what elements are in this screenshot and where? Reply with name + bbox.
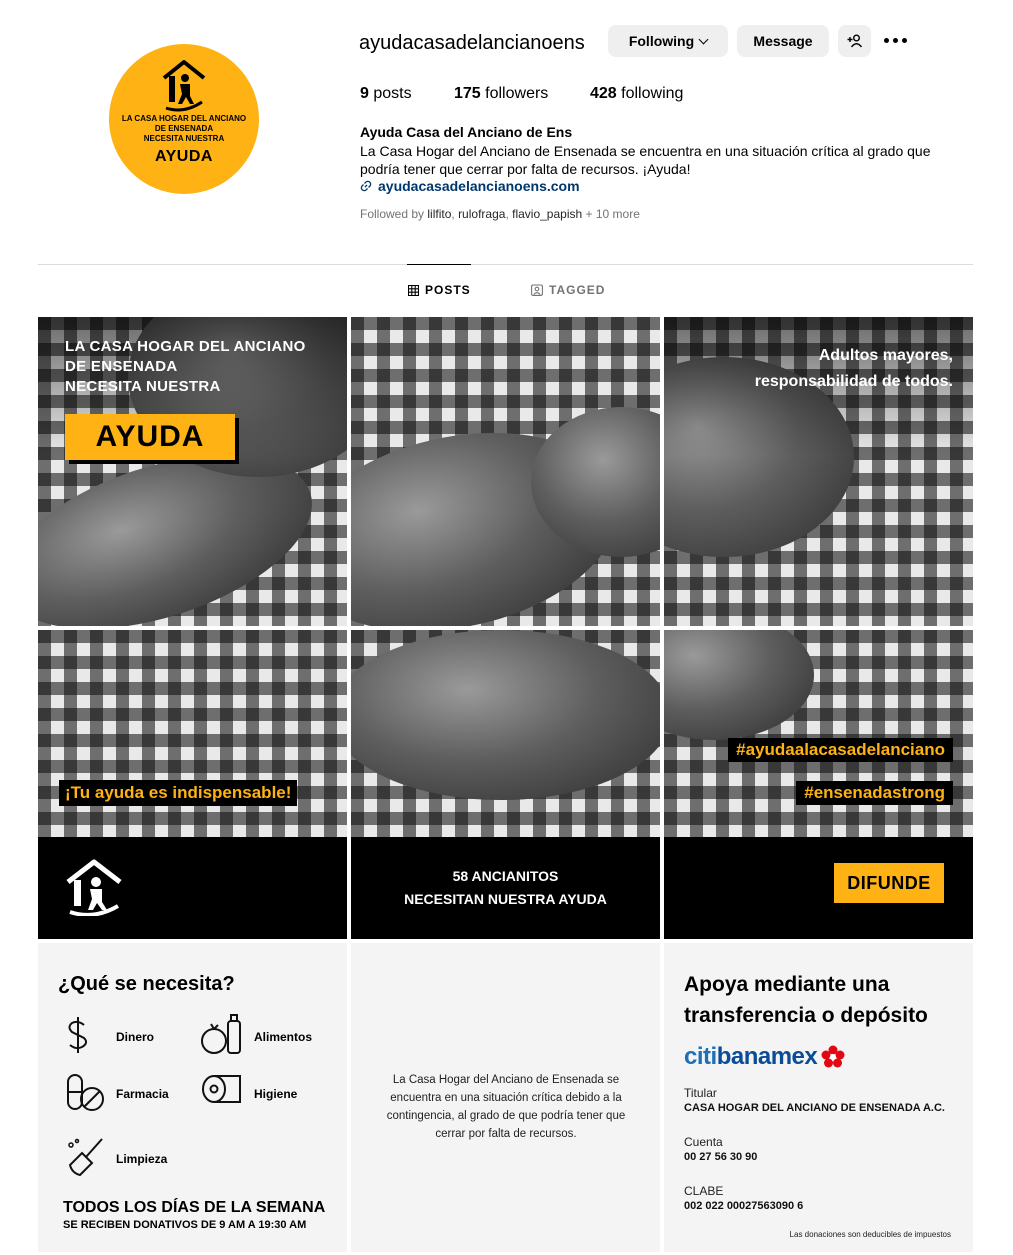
profile-bio: La Casa Hogar del Anciano de Ensenada se… bbox=[360, 143, 931, 177]
food-icon bbox=[201, 1014, 241, 1054]
post-caption-text: Adultos mayores, responsabilidad de todo… bbox=[754, 347, 953, 390]
hand-photo-shape bbox=[351, 630, 660, 800]
profile-full-name: Ayuda Casa del Anciano de Ens bbox=[360, 124, 573, 140]
section-divider bbox=[38, 264, 973, 265]
profile-link-text: ayudacasadelancianoens.com bbox=[378, 178, 580, 194]
tab-posts[interactable]: POSTS bbox=[408, 283, 471, 297]
post-caption-text: 58 ANCIANITOS NECESITAN NUESTRA AYUDA bbox=[404, 868, 607, 907]
add-user-button[interactable] bbox=[838, 25, 871, 57]
followed-by[interactable]: Followed by lilfito, rulofraga, flavio_p… bbox=[360, 207, 640, 221]
message-button-label: Message bbox=[753, 33, 813, 49]
posts-count: 9 posts bbox=[360, 85, 412, 102]
difunde-banner: DIFUNDE bbox=[834, 863, 944, 903]
tab-tagged[interactable]: TAGGED bbox=[531, 283, 605, 297]
house-logo-icon bbox=[162, 60, 206, 112]
need-label-money: Dinero bbox=[116, 1030, 155, 1044]
bank-logo: citi banamex bbox=[684, 1043, 845, 1071]
post-highlight-label: ¡Tu ayuda es indispensable! bbox=[59, 780, 298, 806]
profile-link[interactable]: ayudacasadelancianoens.com bbox=[360, 178, 580, 194]
add-user-icon bbox=[847, 34, 862, 48]
tax-note: Las donaciones son deducibles de impuest… bbox=[789, 1230, 951, 1239]
post-body-text: La Casa Hogar del Anciano de Ensenada se… bbox=[386, 1074, 626, 1140]
clabe-value: 002 022 00027563090 6 bbox=[684, 1200, 804, 1212]
needs-footer: TODOS LOS DÍAS DE LA SEMANA bbox=[63, 1199, 326, 1216]
follower-name[interactable]: rulofraga bbox=[458, 207, 505, 221]
house-logo-icon bbox=[66, 859, 122, 916]
post-tile[interactable]: #ayudaalacasadelanciano #ensenadastrong … bbox=[664, 630, 973, 939]
need-label-food: Alimentos bbox=[254, 1030, 313, 1044]
need-label-cleaning: Limpieza bbox=[116, 1152, 168, 1166]
post-text-line: NECESITA NUESTRA bbox=[65, 378, 221, 395]
bank-flower-icon bbox=[821, 1045, 845, 1068]
post-text-line: LA CASA HOGAR DEL ANCIANO bbox=[65, 338, 306, 355]
post-tile[interactable]: La Casa Hogar del Anciano de Ensenada se… bbox=[351, 943, 660, 1252]
following-button-label: Following bbox=[628, 33, 695, 49]
cuenta-value: 00 27 56 30 90 bbox=[684, 1151, 758, 1163]
avatar-line-2: DE ENSENADA bbox=[154, 124, 214, 133]
post-tile[interactable]: 58 ANCIANITOS NECESITAN NUESTRA AYUDA bbox=[351, 630, 660, 939]
follower-name[interactable]: lilfito bbox=[427, 207, 451, 221]
avatar-line-3: NECESITA NUESTRA bbox=[143, 134, 225, 143]
link-icon bbox=[360, 180, 372, 192]
active-tab-indicator bbox=[407, 264, 471, 265]
post-tile[interactable]: Apoya mediante una transferencia o depós… bbox=[664, 943, 973, 1252]
follower-name[interactable]: flavio_papish bbox=[512, 207, 582, 221]
post-text-line: DE ENSENADA bbox=[65, 358, 178, 375]
post-tile[interactable] bbox=[351, 317, 660, 626]
post-tile[interactable]: Adultos mayores, responsabilidad de todo… bbox=[664, 317, 973, 626]
donation-title: Apoya mediante una transferencia o depós… bbox=[684, 973, 928, 1027]
tagged-user-icon bbox=[531, 284, 543, 296]
ayuda-banner: AYUDA bbox=[65, 414, 235, 460]
post-tile[interactable]: ¿Qué se necesita? Dinero Alimentos Farma… bbox=[38, 943, 347, 1252]
pills-icon bbox=[67, 1074, 104, 1111]
titular-value: CASA HOGAR DEL ANCIANO DE ENSENADA A.C. bbox=[684, 1102, 945, 1114]
hashtag-label: #ensenadastrong bbox=[796, 781, 953, 805]
need-label-hygiene: Higiene bbox=[254, 1087, 298, 1101]
following-count[interactable]: 428 following bbox=[590, 85, 683, 103]
broom-icon bbox=[68, 1138, 103, 1177]
more-options-icon[interactable] bbox=[884, 38, 907, 43]
hashtag-label: #ayudaalacasadelanciano bbox=[728, 738, 953, 762]
cuenta-label: Cuenta bbox=[684, 1135, 723, 1149]
avatar-big-text: AYUDA bbox=[155, 148, 213, 165]
needs-footer-hours: SE RECIBEN DONATIVOS DE 9 AM A 19:30 AM bbox=[63, 1219, 307, 1231]
profile-avatar[interactable]: LA CASA HOGAR DEL ANCIANO DE ENSENADA NE… bbox=[109, 44, 259, 194]
avatar-line-1: LA CASA HOGAR DEL ANCIANO bbox=[121, 114, 247, 123]
following-button[interactable]: Following bbox=[608, 25, 728, 57]
chevron-down-icon bbox=[698, 34, 709, 44]
needs-title: ¿Qué se necesita? bbox=[58, 973, 235, 995]
clabe-label: CLABE bbox=[684, 1184, 724, 1198]
message-button[interactable]: Message bbox=[737, 25, 829, 57]
titular-label: Titular bbox=[684, 1086, 717, 1100]
grid-icon bbox=[408, 284, 419, 296]
toilet-paper-icon bbox=[202, 1075, 241, 1103]
username: ayudacasadelancianoens bbox=[359, 32, 585, 54]
post-tile[interactable]: LA CASA HOGAR DEL ANCIANO DE ENSENADA NE… bbox=[38, 317, 347, 626]
need-label-pharmacy: Farmacia bbox=[116, 1087, 169, 1101]
post-tile[interactable]: ¡Tu ayuda es indispensable! bbox=[38, 630, 347, 939]
money-icon bbox=[68, 1017, 88, 1053]
followers-count[interactable]: 175 followers bbox=[454, 85, 548, 103]
